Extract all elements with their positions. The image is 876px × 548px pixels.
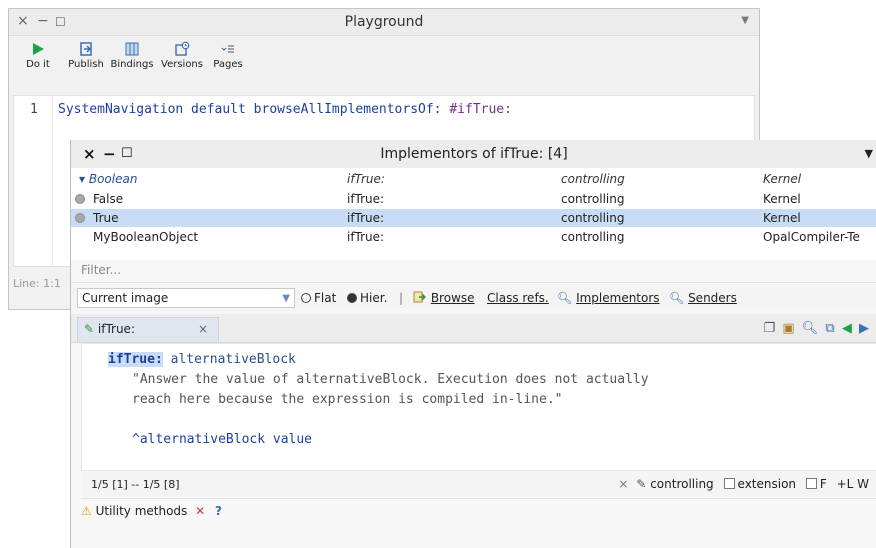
radio-off-icon: [301, 293, 311, 303]
senders-button[interactable]: 🔍︎ Senders: [669, 291, 737, 305]
tool-icons: ❐ ▣ 🔍︎ ⧉ ◀ ▶: [761, 321, 869, 336]
protocol-cell: controlling: [561, 192, 625, 206]
play-icon: [33, 43, 44, 55]
selector-cell: ifTrue:: [347, 172, 385, 186]
copy-icon[interactable]: ❐: [764, 321, 776, 336]
return-statement: ^alternativeBlock value: [132, 432, 313, 447]
critic-label[interactable]: Utility methods: [96, 504, 188, 518]
implementors-button[interactable]: 🔍︎ Implementors: [557, 291, 660, 305]
inherited-dot-icon: [75, 213, 85, 223]
lw-toggle[interactable]: +L W: [837, 477, 869, 491]
cursor-position: 1/5 [1] -- 1/5 [8]: [91, 478, 180, 491]
line-number: 1: [30, 102, 38, 117]
package-cell: Kernel: [763, 192, 801, 206]
line-gutter: 1: [14, 96, 53, 266]
class-cell: False: [93, 192, 124, 206]
list-item[interactable]: MyBooleanObject ifTrue: controlling Opal…: [71, 228, 876, 246]
selector-cell: ifTrue:: [347, 230, 385, 244]
class-cell: MyBooleanObject: [93, 230, 199, 244]
filter-input[interactable]: Filter...: [81, 263, 121, 277]
method-icon: ✎: [84, 322, 95, 336]
window-menu-icon[interactable]: ▼: [865, 147, 873, 160]
dropdown-arrow-icon: ▼: [282, 293, 290, 304]
code-text: SystemNavigation default browseAllImplem…: [58, 102, 450, 117]
protocol-cell: controlling: [561, 172, 625, 186]
close-icon[interactable]: ×: [618, 477, 628, 491]
forward-arrow-icon[interactable]: ▶: [859, 321, 869, 336]
warning-icon: ⚠: [81, 504, 92, 518]
search-icon[interactable]: 🔍︎: [802, 321, 819, 336]
implementors-list[interactable]: ▾ Boolean ifTrue: controlling Kernel Fal…: [71, 168, 876, 260]
hier-radio[interactable]: Hier.: [347, 291, 387, 305]
list-item[interactable]: False ifTrue: controlling Kernel: [71, 190, 876, 208]
back-arrow-icon[interactable]: ◀: [842, 321, 852, 336]
editor-tabs: ✎ ifTrue: × ❐ ▣ 🔍︎ ⧉ ◀ ▶: [71, 314, 876, 343]
tab-iftrue[interactable]: ✎ ifTrue: ×: [77, 317, 219, 342]
publish-icon: [80, 42, 92, 56]
package-cell: Kernel: [763, 172, 802, 186]
bindings-icon: [125, 42, 139, 56]
playground-titlebar[interactable]: × − ☐ Playground ▼: [9, 9, 759, 36]
comment-line: reach here because the expression is com…: [132, 392, 563, 407]
selector-cell: ifTrue:: [347, 192, 385, 206]
window-title: Implementors of ifTrue: [4]: [380, 146, 568, 162]
critic-bar: ⚠ Utility methods ✕ ?: [81, 504, 222, 518]
package-icon[interactable]: ▣: [782, 321, 794, 336]
window-title: Playground: [344, 14, 424, 30]
extension-checkbox[interactable]: [723, 478, 735, 489]
protocol-cell: controlling: [561, 211, 625, 225]
flat-radio[interactable]: Flat: [301, 291, 336, 305]
separator: |: [399, 291, 404, 305]
class-refs-button[interactable]: Class refs.: [487, 291, 549, 305]
pages-icon: [221, 45, 234, 53]
status-controls: × ✎ controlling extension F +L W: [618, 477, 869, 491]
comment-line: "Answer the value of alternativeBlock. E…: [132, 372, 649, 387]
package-cell: Kernel: [763, 211, 801, 225]
selector-keyword: ifTrue:: [108, 352, 163, 367]
window-menu-icon[interactable]: ▼: [741, 15, 749, 26]
code-line[interactable]: SystemNavigation default browseAllImplem…: [58, 102, 512, 117]
list-group-header[interactable]: ▾ Boolean ifTrue: controlling Kernel: [71, 170, 876, 188]
pencil-icon[interactable]: ✎: [636, 477, 646, 491]
list-item-selected[interactable]: True ifTrue: controlling Kernel: [71, 209, 876, 227]
pages-button[interactable]: Pages: [205, 41, 251, 70]
divider: [71, 282, 876, 283]
radio-on-icon: [347, 293, 357, 303]
versions-button[interactable]: Versions: [159, 41, 205, 70]
versions-icon[interactable]: ⧉: [825, 321, 834, 336]
argument-name: alternativeBlock: [162, 352, 296, 367]
bindings-button[interactable]: Bindings: [109, 41, 155, 70]
protocol-label[interactable]: controlling: [650, 477, 714, 491]
dismiss-icon[interactable]: ✕: [195, 504, 205, 518]
versions-icon: [175, 41, 190, 56]
help-icon[interactable]: ?: [215, 504, 222, 518]
class-cell: True: [93, 211, 119, 225]
do-it-button[interactable]: Do it: [15, 41, 61, 70]
selector-cell: ifTrue:: [347, 211, 385, 225]
magnifier-icon: 🔍︎: [557, 291, 573, 305]
protocol-cell: controlling: [561, 230, 625, 244]
package-cell: OpalCompiler-Te: [763, 230, 860, 244]
publish-button[interactable]: Publish: [63, 41, 109, 70]
scope-toolbar: Current image ▼ Flat Hier. | Browse Clas…: [71, 285, 876, 311]
browse-button[interactable]: Browse: [413, 291, 475, 305]
scope-dropdown[interactable]: Current image ▼: [77, 288, 295, 308]
f-checkbox[interactable]: [805, 478, 817, 489]
inherited-dot-icon: [75, 194, 85, 204]
implementors-window: × − ☐ Implementors of ifTrue: [4] ▼ ▾ Bo…: [70, 140, 876, 548]
code-symbol: #ifTrue:: [449, 102, 512, 117]
method-signature: ifTrue: alternativeBlock: [108, 352, 296, 367]
class-cell: ▾ Boolean: [79, 172, 138, 186]
source-status-bar: 1/5 [1] -- 1/5 [8] × ✎ controlling exten…: [81, 472, 876, 499]
line-status: Line: 1:1: [13, 277, 61, 290]
browse-icon: [413, 291, 426, 303]
method-source-editor[interactable]: ifTrue: alternativeBlock "Answer the val…: [81, 343, 876, 471]
magnifier-icon: 🔍︎: [669, 291, 685, 305]
tab-close-icon[interactable]: ×: [198, 318, 208, 340]
implementors-titlebar[interactable]: × − ☐ Implementors of ifTrue: [4] ▼: [71, 140, 876, 169]
